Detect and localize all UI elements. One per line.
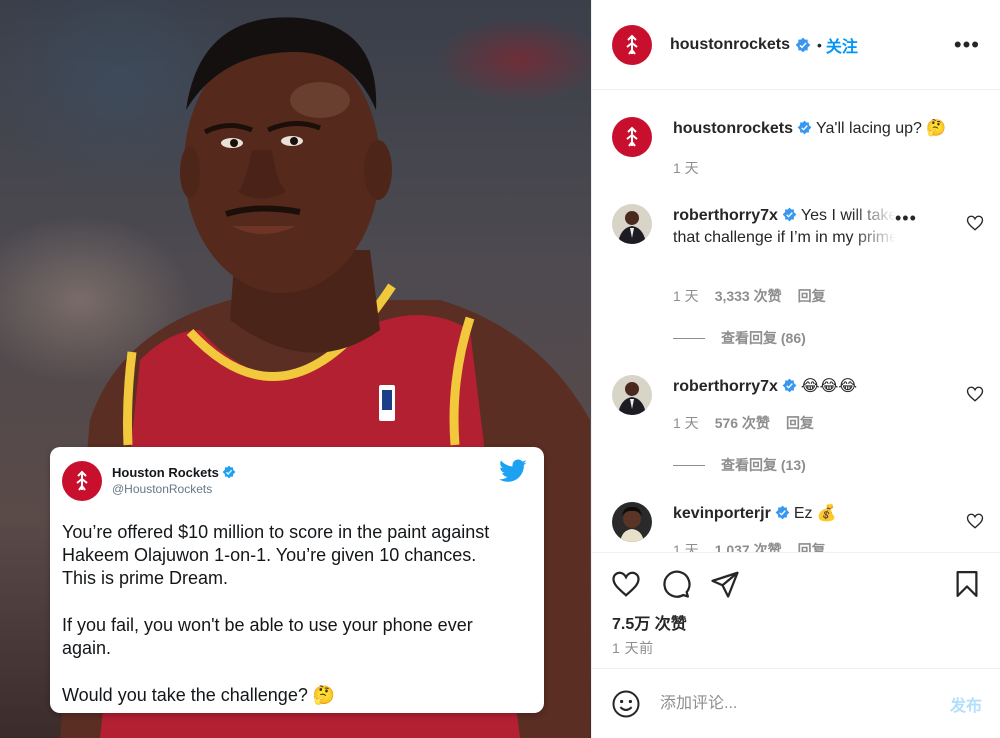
tweet-author-name: Houston Rockets [112, 465, 219, 480]
reply-button[interactable]: 回复 [798, 288, 826, 304]
emoji-icon[interactable] [611, 689, 641, 719]
view-replies-label: 查看回复 (13) [721, 457, 806, 473]
comment-text: Ez 💰 [793, 505, 837, 522]
commenter-avatar[interactable] [612, 375, 652, 415]
comment-text: 😂😂😂 [800, 378, 858, 395]
comment-time: 1 天 [673, 415, 699, 431]
tweet-author-handle: @HoustonRockets [112, 482, 213, 496]
post-timestamp: 1 天前 [612, 640, 654, 656]
view-replies-button[interactable]: 查看回复 (13) [673, 455, 806, 475]
post-comment-button[interactable]: 发布 [950, 692, 982, 716]
post-header: houstonrockets • 关注 ••• [592, 0, 1000, 90]
share-send-icon[interactable] [710, 569, 740, 599]
caption-time: 1 天 [673, 160, 699, 176]
heart-icon[interactable] [966, 385, 984, 403]
tweet-card: Houston Rockets @HoustonRockets You’re o… [50, 447, 544, 713]
houston-rockets-logo-icon [62, 461, 102, 501]
comment-time: 1 天 [673, 542, 699, 552]
like-heart-icon[interactable] [611, 569, 641, 599]
add-comment-bar: 发布 [592, 668, 1000, 738]
comment-likes[interactable]: 1,037 次赞 [715, 542, 782, 552]
caption-text: Ya'll lacing up? 🤔 [816, 120, 947, 137]
author-avatar[interactable] [612, 117, 652, 157]
verified-badge-icon [775, 505, 790, 520]
comment-options-icon[interactable]: ••• [895, 208, 917, 229]
verified-badge-icon [222, 465, 236, 479]
heart-icon[interactable] [966, 214, 984, 232]
more-horizontal-icon[interactable]: ••• [954, 33, 980, 55]
tweet-paragraph: If you fail, you won't be able to use yo… [62, 615, 473, 658]
view-replies-label: 查看回复 (86) [721, 330, 806, 346]
likes-count[interactable]: 7.5万 次赞 [612, 610, 687, 634]
author-username-link[interactable]: houstonrockets [670, 36, 790, 54]
commenter-avatar[interactable] [612, 204, 652, 244]
caption-meta: 1 天 [673, 158, 715, 178]
comment-bubble-icon[interactable] [661, 569, 691, 599]
tweet-text: You’re offered $10 million to score in t… [62, 521, 526, 707]
commenter-avatar[interactable] [612, 502, 652, 542]
verified-badge-icon [782, 378, 797, 393]
twitter-bird-icon [499, 459, 527, 482]
tweet-paragraph: Would you take the challenge? 🤔 [62, 685, 336, 705]
tweet-paragraph: You’re offered $10 million to score in t… [62, 522, 490, 588]
reply-button[interactable]: 回复 [786, 415, 814, 431]
comment-input[interactable] [660, 694, 950, 713]
comment-time: 1 天 [673, 288, 699, 304]
post-image[interactable]: Houston Rockets @HoustonRockets You’re o… [0, 0, 591, 738]
heart-icon[interactable] [966, 512, 984, 530]
text-fade-overlay [852, 204, 932, 250]
reply-button[interactable]: 回复 [798, 542, 826, 552]
comment-username-link[interactable]: roberthorry7x [673, 207, 778, 224]
author-avatar[interactable] [612, 24, 652, 65]
verified-badge-icon [797, 120, 812, 135]
comment-username-link[interactable]: kevinporterjr [673, 505, 771, 522]
comment-likes[interactable]: 3,333 次赞 [715, 288, 782, 304]
view-replies-button[interactable]: 查看回复 (86) [673, 328, 806, 348]
bookmark-icon[interactable] [952, 569, 982, 599]
post-actions: 7.5万 次赞 1 天前 [592, 552, 1000, 668]
comments-list[interactable]: houstonrockets Ya'll lacing up? 🤔 1 天 rob… [592, 91, 1000, 552]
verified-badge-icon [795, 37, 811, 52]
verified-badge-icon [782, 207, 797, 222]
header-separator: • [817, 36, 822, 53]
follow-button[interactable]: 关注 [826, 33, 858, 57]
caption-username-link[interactable]: houstonrockets [673, 120, 793, 137]
comment-username-link[interactable]: roberthorry7x [673, 378, 778, 395]
comment-likes[interactable]: 576 次赞 [715, 415, 770, 431]
post-side-panel: houstonrockets • 关注 ••• houstonrockets Ya… [591, 0, 1000, 738]
